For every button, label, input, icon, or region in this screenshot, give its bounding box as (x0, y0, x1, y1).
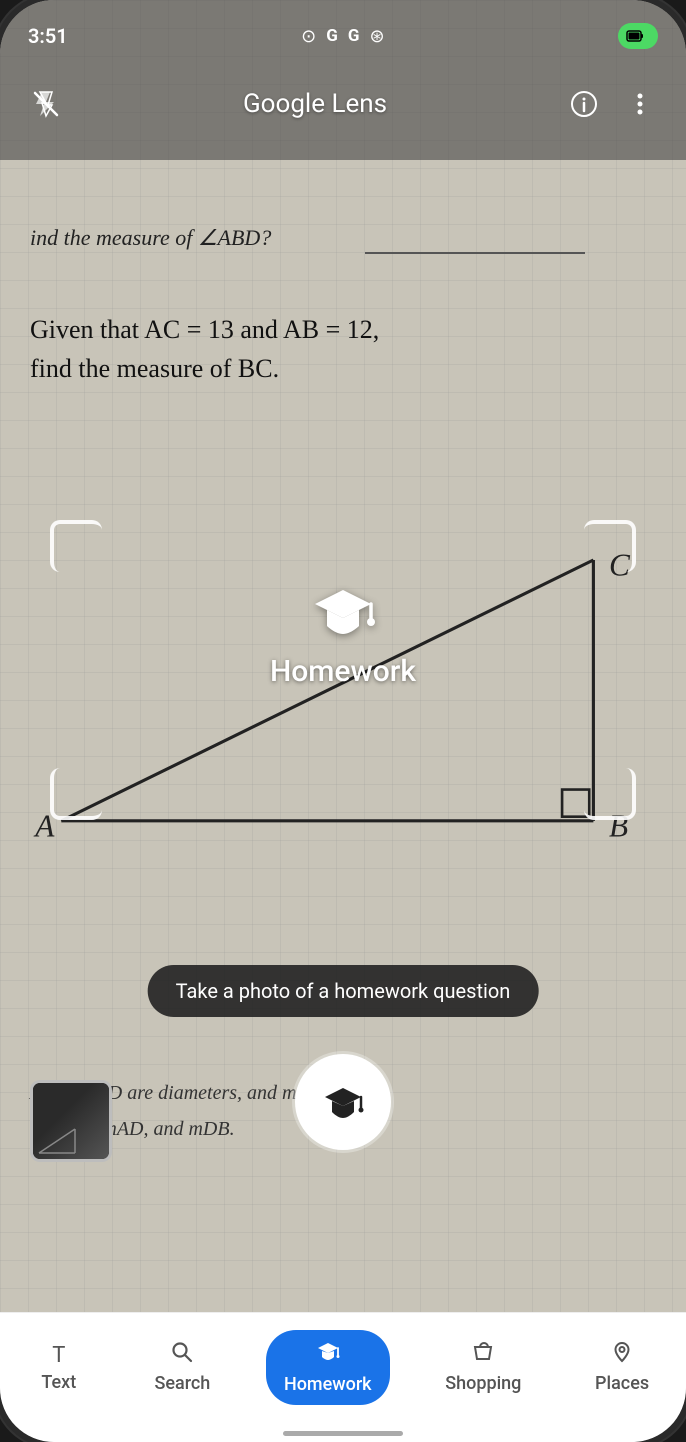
places-tab-label: Places (595, 1373, 649, 1394)
homework-tab-label: Homework (284, 1374, 372, 1395)
search-tab-label: Search (154, 1373, 210, 1394)
question-1-line (365, 252, 585, 254)
camera-viewfinder: ind the measure of ∠ABD? Given that AC =… (0, 0, 686, 1312)
tab-text[interactable]: T Text (19, 1333, 99, 1403)
tab-homework[interactable]: Homework (266, 1330, 390, 1405)
tab-search[interactable]: Search (136, 1331, 228, 1404)
shopping-tab-label: Shopping (445, 1373, 521, 1394)
svg-text:C: C (609, 548, 631, 583)
status-time: 3:51 (28, 24, 68, 48)
tab-bar: T Text Search (0, 1312, 686, 1442)
status-bar: 3:51 ⊙ G G ⊛ (0, 0, 686, 72)
question-1-text: ind the measure of ∠ABD? (30, 225, 271, 251)
shutter-button[interactable] (295, 1054, 391, 1150)
homework-label-overlay: Homework (270, 654, 416, 689)
google-icon-2: G (348, 26, 360, 46)
hint-tooltip: Take a photo of a homework question (148, 965, 539, 1017)
battery-indicator (618, 23, 658, 49)
svg-text:B: B (609, 809, 628, 844)
lens-toolbar: Google Lens (0, 72, 686, 136)
question-2-text: Given that AC = 13 and AB = 12, find the… (30, 310, 379, 388)
app-title: Google Lens (243, 89, 387, 119)
capture-bar (0, 1032, 686, 1172)
flash-off-button[interactable] (24, 82, 68, 126)
places-tab-icon (611, 1341, 633, 1369)
homework-mode-overlay: Homework (0, 580, 686, 689)
text-tab-label: Text (41, 1372, 76, 1393)
info-button[interactable] (562, 82, 606, 126)
phone-shell: ind the measure of ∠ABD? Given that AC =… (0, 0, 686, 1442)
text-tab-icon: T (52, 1343, 65, 1368)
homework-icon-large (311, 580, 375, 644)
more-options-button[interactable] (618, 82, 662, 126)
google-icon-1: G (326, 26, 338, 46)
status-icons: ⊙ G G ⊛ (301, 26, 384, 47)
tab-places[interactable]: Places (577, 1331, 667, 1404)
screen-record-icon: ⊙ (301, 26, 316, 47)
shopping-tab-icon (472, 1341, 494, 1369)
tab-shopping[interactable]: Shopping (427, 1331, 539, 1404)
phone-screen: ind the measure of ∠ABD? Given that AC =… (0, 0, 686, 1442)
home-indicator (283, 1431, 403, 1436)
svg-text:A: A (33, 809, 55, 844)
homework-tab-icon (316, 1340, 340, 1370)
search-tab-icon (171, 1341, 193, 1369)
tennis-ball-icon: ⊛ (369, 26, 384, 47)
